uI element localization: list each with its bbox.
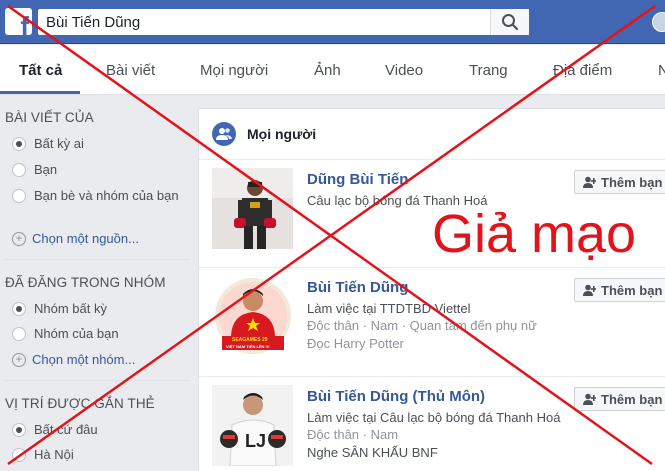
- radio-button[interactable]: [12, 327, 26, 341]
- logo-letter: f: [20, 11, 29, 35]
- filter-option-anywhere[interactable]: Bất cứ đâu: [12, 422, 98, 438]
- add-friend-button[interactable]: Thêm bạn: [574, 278, 665, 302]
- person-detail: Làm việc tại TTDTBD Viettel: [307, 301, 471, 316]
- tab-pages[interactable]: Trang: [469, 62, 508, 79]
- svg-text:LJ: LJ: [245, 431, 266, 451]
- active-tab-indicator: [0, 91, 80, 94]
- add-friend-button[interactable]: Thêm bạn: [574, 170, 665, 194]
- person-detail: Đọc Harry Potter: [307, 336, 404, 351]
- search-box: [38, 9, 529, 35]
- link-label: Chọn một nhóm...: [32, 352, 136, 367]
- choose-group-link[interactable]: + Chọn một nhóm...: [12, 352, 135, 368]
- option-label: Nhóm bất kỳ: [34, 301, 107, 316]
- search-button[interactable]: [490, 9, 529, 35]
- radio-button[interactable]: [12, 423, 26, 437]
- people-results-panel: Mọi người Dũng Bùi Tiến Câu lạc bộ bóng …: [198, 108, 665, 471]
- person-detail: Làm việc tại Câu lạc bộ bóng đá Thanh Ho…: [307, 410, 561, 425]
- divider: [5, 259, 190, 260]
- people-icon: [212, 122, 236, 146]
- radio-button[interactable]: [12, 302, 26, 316]
- button-label: Thêm bạn: [601, 175, 663, 190]
- person-name[interactable]: Bùi Tiến Dũng: [307, 279, 408, 296]
- add-friend-icon: [583, 176, 596, 188]
- badge-text: SEAGAMES 29: [232, 337, 268, 343]
- option-label: Nhóm của bạn: [34, 326, 119, 341]
- top-navigation-bar: f: [0, 0, 665, 44]
- radio-button[interactable]: [12, 189, 26, 203]
- filter-option-friends-groups[interactable]: Bạn bè và nhóm của bạn: [12, 188, 182, 204]
- add-friend-icon: [583, 393, 596, 405]
- plus-icon: +: [12, 232, 26, 246]
- tab-places[interactable]: Địa điểm: [553, 62, 612, 79]
- filter-option-anyone[interactable]: Bất kỳ ai: [12, 136, 84, 152]
- person-result: SEAGAMES 29 VIỆT NAM TIẾN LÊN !!! Bùi Ti…: [199, 267, 665, 375]
- tab-more[interactable]: N: [658, 62, 665, 79]
- person-name[interactable]: Dũng Bùi Tiến: [307, 171, 408, 188]
- search-filter-tabs: Tất cả Bài viết Mọi người Ảnh Video Tran…: [0, 45, 665, 95]
- fake-warning-label: Giả mạo: [432, 204, 637, 264]
- person-name[interactable]: Bùi Tiến Dũng (Thủ Môn): [307, 388, 485, 405]
- person-photo[interactable]: SEAGAMES 29 VIỆT NAM TIẾN LÊN !!!: [212, 276, 293, 357]
- panel-header: Mọi người: [199, 109, 665, 157]
- filter-option-hanoi[interactable]: Hà Nội: [12, 447, 74, 463]
- person-photo[interactable]: [212, 168, 293, 249]
- tab-photos[interactable]: Ảnh: [314, 62, 341, 79]
- search-icon: [502, 14, 519, 31]
- filter-option-you[interactable]: Bạn: [12, 162, 57, 178]
- tab-all[interactable]: Tất cả: [19, 62, 62, 79]
- radio-button[interactable]: [12, 137, 26, 151]
- filter-heading-posted-in-group: ĐÃ ĐĂNG TRONG NHÓM: [5, 275, 166, 290]
- divider: [5, 380, 190, 381]
- filter-heading-posts-by: BÀI VIẾT CỦA: [5, 110, 94, 125]
- radio-button[interactable]: [12, 163, 26, 177]
- profile-avatar[interactable]: [652, 12, 665, 32]
- badge-subtext: VIỆT NAM TIẾN LÊN !!!: [226, 344, 270, 349]
- option-label: Bạn bè và nhóm của bạn: [34, 188, 179, 203]
- add-friend-button[interactable]: Thêm bạn: [574, 387, 665, 411]
- tab-videos[interactable]: Video: [385, 62, 423, 79]
- filter-option-your-groups[interactable]: Nhóm của bạn: [12, 326, 119, 342]
- person-detail: Độc thân · Nam: [307, 427, 399, 442]
- link-label: Chọn một nguồn...: [32, 231, 139, 246]
- add-friend-icon: [583, 284, 596, 296]
- facebook-logo-icon[interactable]: f: [5, 8, 32, 35]
- filter-option-any-group[interactable]: Nhóm bất kỳ: [12, 301, 107, 317]
- person-result: LJ Bùi Tiến Dũng (Thủ Môn) Làm việc tại …: [199, 376, 665, 471]
- filter-heading-tagged-location: VỊ TRÍ ĐƯỢC GẮN THẺ: [5, 396, 155, 411]
- choose-source-link[interactable]: + Chọn một nguồn...: [12, 231, 139, 247]
- button-label: Thêm bạn: [601, 392, 663, 407]
- panel-title: Mọi người: [247, 126, 317, 142]
- tab-people[interactable]: Mọi người: [200, 62, 268, 79]
- person-photo[interactable]: LJ: [212, 385, 293, 466]
- plus-icon: +: [12, 353, 26, 367]
- tab-posts[interactable]: Bài viết: [106, 62, 155, 79]
- person-detail: Nghe SÂN KHẤU BNF: [307, 445, 438, 460]
- filter-sidebar: BÀI VIẾT CỦA Bất kỳ ai Bạn Bạn bè và nhó…: [0, 96, 196, 471]
- search-input[interactable]: [38, 9, 478, 35]
- person-detail: Độc thân · Nam · Quan tâm đến phụ nữ: [307, 318, 537, 333]
- button-label: Thêm bạn: [601, 283, 663, 298]
- radio-button[interactable]: [12, 448, 26, 462]
